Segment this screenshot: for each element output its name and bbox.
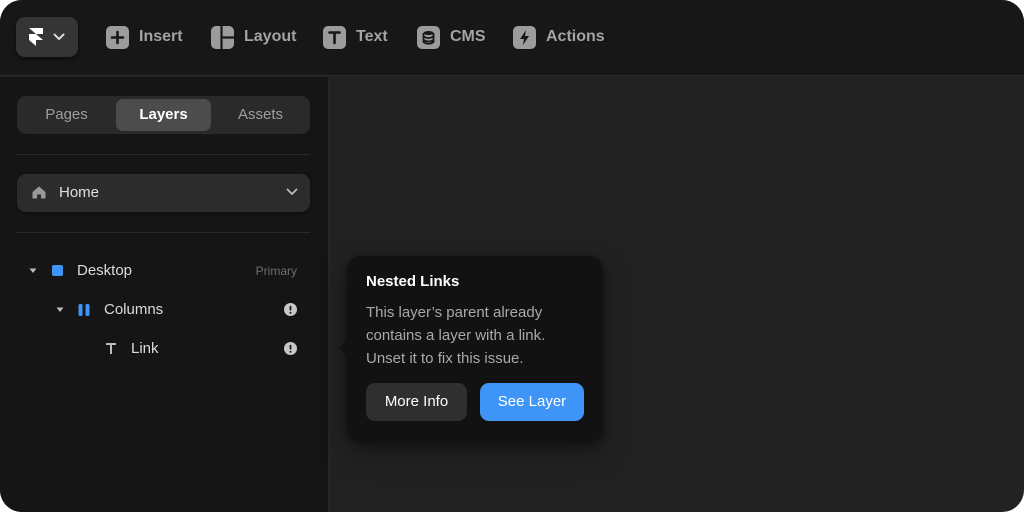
chevron-down-icon bbox=[53, 33, 65, 40]
text-icon bbox=[323, 25, 346, 49]
stack-columns-icon bbox=[78, 304, 90, 316]
frame-square-icon bbox=[52, 265, 63, 276]
toolbar-cms[interactable]: CMS bbox=[417, 25, 486, 49]
toolbar-actions-label: Actions bbox=[546, 28, 605, 45]
toolbar-text[interactable]: Text bbox=[323, 25, 388, 49]
more-info-button[interactable]: More Info bbox=[366, 383, 467, 421]
popover-title: Nested Links bbox=[366, 273, 460, 290]
top-toolbar: Insert Layout Text CMS Actions bbox=[0, 0, 1024, 76]
popover-arrow bbox=[339, 340, 347, 356]
caret-down-icon[interactable] bbox=[56, 307, 64, 313]
layer-name: Desktop bbox=[77, 262, 133, 279]
layer-name: Columns bbox=[104, 301, 164, 318]
chevron-down-icon bbox=[286, 188, 298, 195]
layer-row-columns[interactable]: Columns bbox=[0, 295, 329, 325]
sidebar-divider bbox=[16, 154, 310, 155]
bolt-icon bbox=[513, 25, 536, 49]
see-layer-button[interactable]: See Layer bbox=[480, 383, 584, 421]
framer-logo-icon bbox=[29, 28, 43, 46]
layer-row-link[interactable]: Link bbox=[0, 334, 329, 364]
toolbar-actions[interactable]: Actions bbox=[513, 25, 605, 49]
primary-badge: Primary bbox=[255, 264, 297, 278]
tab-layers[interactable]: Layers bbox=[116, 99, 211, 131]
framer-menu-button[interactable] bbox=[16, 17, 78, 57]
toolbar-insert[interactable]: Insert bbox=[106, 25, 183, 49]
text-t-icon bbox=[106, 343, 116, 354]
toolbar-insert-label: Insert bbox=[139, 28, 183, 45]
tab-pages[interactable]: Pages bbox=[19, 99, 114, 131]
app-window: Insert Layout Text CMS Actions Pages Lay… bbox=[0, 0, 1024, 512]
warning-icon[interactable] bbox=[284, 342, 297, 355]
layer-name: Link bbox=[131, 340, 159, 357]
sidebar-divider bbox=[16, 232, 310, 233]
toolbar-text-label: Text bbox=[356, 28, 388, 45]
warning-icon[interactable] bbox=[284, 303, 297, 316]
toolbar-layout[interactable]: Layout bbox=[211, 25, 296, 49]
toolbar-layout-label: Layout bbox=[244, 28, 297, 45]
popover-body: This layer’s parent already contains a l… bbox=[366, 304, 546, 367]
page-select[interactable]: Home bbox=[17, 174, 310, 212]
database-icon bbox=[417, 25, 440, 49]
caret-down-icon[interactable] bbox=[29, 268, 37, 274]
sidebar-tabs: Pages Layers Assets bbox=[17, 96, 310, 134]
toolbar-cms-label: CMS bbox=[450, 28, 486, 45]
tab-assets[interactable]: Assets bbox=[213, 99, 308, 131]
layout-icon bbox=[211, 25, 234, 49]
layer-row-desktop[interactable]: Desktop Primary bbox=[0, 256, 329, 286]
sidebar: Pages Layers Assets Home Desktop Primary bbox=[0, 77, 329, 512]
home-icon bbox=[32, 186, 46, 199]
nested-links-popover: Nested Links This layer’s parent already… bbox=[339, 256, 603, 441]
plus-icon bbox=[106, 25, 129, 49]
page-select-label: Home bbox=[59, 184, 100, 201]
